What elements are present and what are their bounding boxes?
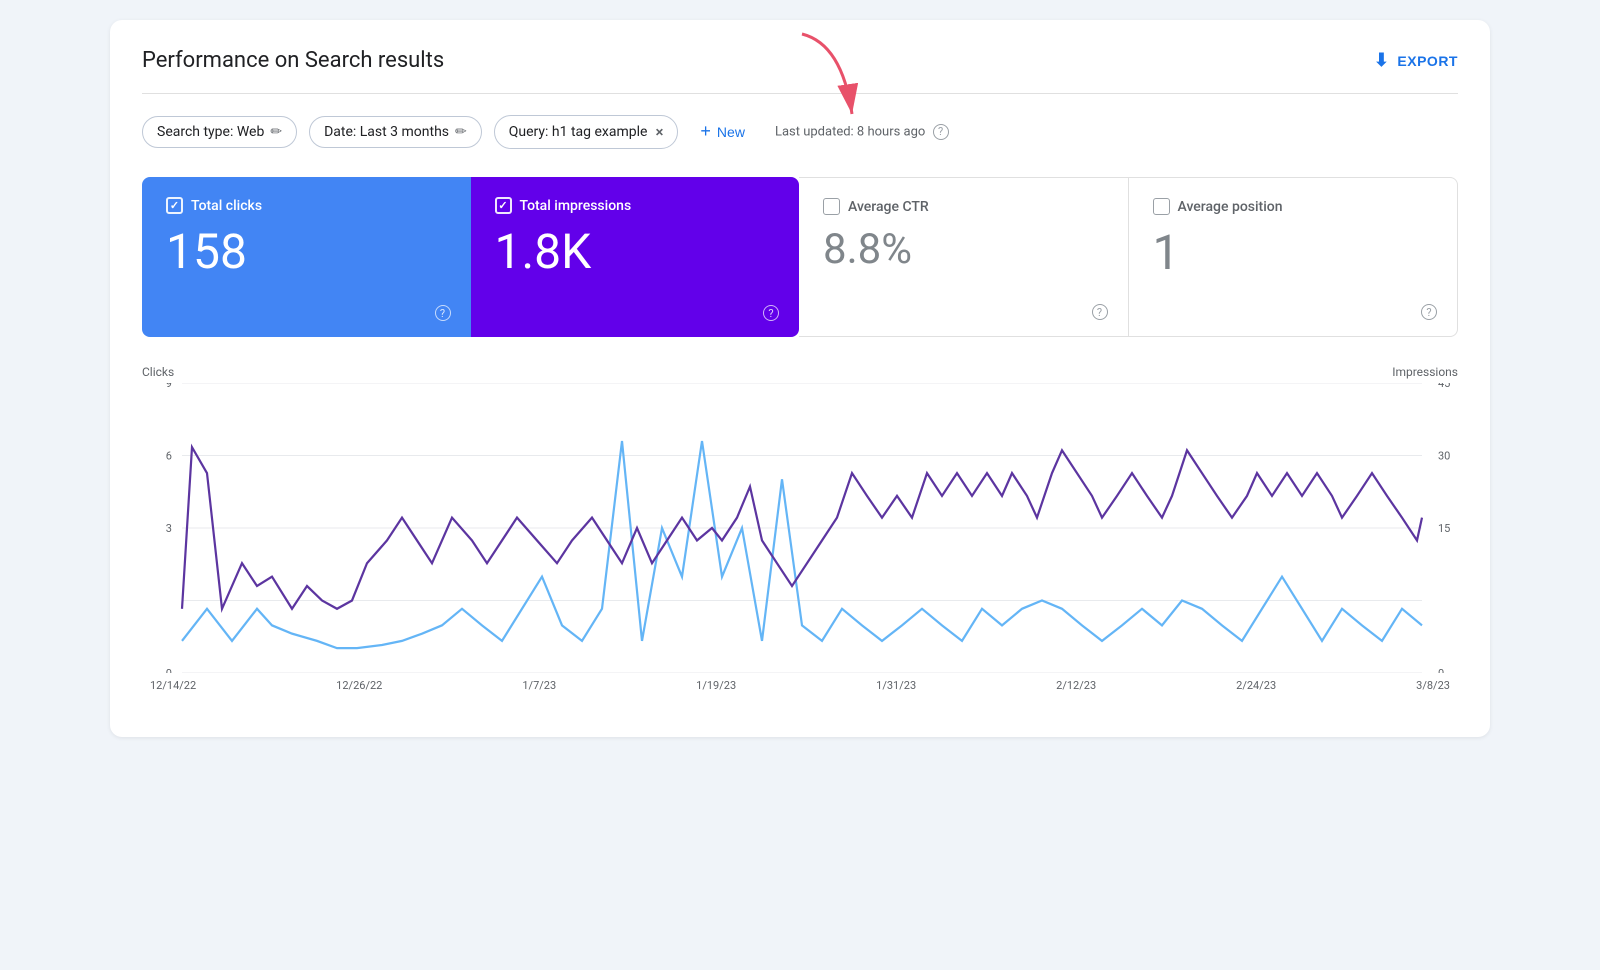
position-value: 1 [1153,229,1434,277]
x-label-5: 2/12/23 [1056,679,1096,692]
position-help-icon[interactable]: ? [1421,304,1437,320]
clicks-metric-card[interactable]: Total clicks 158 ? [142,177,471,337]
metrics-row: Total clicks 158 ? Total impressions 1.8… [142,177,1458,337]
date-label: Date: Last 3 months [324,124,449,140]
last-updated-help-icon[interactable]: ? [933,124,949,140]
filters-section: Search type: Web ✏ Date: Last 3 months ✏… [142,114,1458,149]
query-filter[interactable]: Query: h1 tag example × [494,115,679,149]
chart-container: Clicks Impressions 9 6 3 0 45 30 15 0 [142,365,1458,705]
page-title: Performance on Search results [142,48,444,73]
x-label-3: 1/19/23 [696,679,736,692]
x-label-6: 2/24/23 [1236,679,1276,692]
svg-text:0: 0 [1438,667,1444,673]
x-label-4: 1/31/23 [876,679,916,692]
svg-text:6: 6 [166,449,172,462]
plus-icon: + [700,121,711,142]
left-axis-label: Clicks [142,365,174,379]
clicks-help[interactable]: ? [431,302,451,322]
x-label-1: 12/26/22 [336,679,382,692]
x-label-2: 1/7/23 [522,679,556,692]
ctr-label: Average CTR [848,199,929,215]
x-label-7: 3/8/23 [1416,679,1450,692]
clicks-help-icon[interactable]: ? [435,305,451,321]
ctr-checkbox[interactable] [823,198,840,215]
ctr-header: Average CTR [823,198,1104,215]
svg-text:0: 0 [166,667,172,673]
filters-row: Search type: Web ✏ Date: Last 3 months ✏… [142,114,1458,149]
position-help[interactable]: ? [1417,301,1437,321]
clicks-checkbox[interactable] [166,197,183,214]
search-type-edit-icon: ✏ [270,124,282,140]
svg-text:3: 3 [166,522,172,535]
chart-area: 9 6 3 0 45 30 15 0 [142,383,1458,673]
date-edit-icon: ✏ [455,124,467,140]
search-type-filter[interactable]: Search type: Web ✏ [142,116,297,148]
clicks-line [182,441,1422,648]
impressions-label: Total impressions [520,198,632,214]
impressions-metric-card[interactable]: Total impressions 1.8K ? [471,177,800,337]
clicks-label: Total clicks [191,198,262,214]
ctr-value: 8.8% [823,229,1104,271]
ctr-help-icon[interactable]: ? [1092,304,1108,320]
svg-text:45: 45 [1438,383,1450,390]
impressions-checkbox[interactable] [495,197,512,214]
new-filter-button[interactable]: + New [690,114,755,149]
ctr-metric-card[interactable]: Average CTR 8.8% ? [799,177,1129,337]
impressions-value: 1.8K [495,228,776,276]
svg-text:30: 30 [1438,449,1450,462]
position-metric-card[interactable]: Average position 1 ? [1129,177,1459,337]
chart-axis-labels: Clicks Impressions [142,365,1458,379]
page-header: Performance on Search results ⬇ EXPORT [142,48,1458,73]
chart-svg: 9 6 3 0 45 30 15 0 [142,383,1458,673]
clicks-header: Total clicks [166,197,447,214]
export-button[interactable]: ⬇ EXPORT [1374,50,1458,71]
clicks-value: 158 [166,228,447,276]
search-type-label: Search type: Web [157,124,264,140]
last-updated-text: Last updated: 8 hours ago ? [775,124,949,140]
position-header: Average position [1153,198,1434,215]
export-icon: ⬇ [1374,50,1390,71]
impressions-header: Total impressions [495,197,776,214]
position-checkbox[interactable] [1153,198,1170,215]
query-label: Query: h1 tag example [509,124,648,140]
header-divider [142,93,1458,94]
position-label: Average position [1178,199,1283,215]
new-label: New [717,124,745,140]
x-label-0: 12/14/22 [150,679,196,692]
impressions-help[interactable]: ? [759,302,779,322]
svg-text:9: 9 [166,383,172,390]
query-close-icon[interactable]: × [655,123,663,141]
svg-text:15: 15 [1438,522,1450,535]
main-card: Performance on Search results ⬇ EXPORT S… [110,20,1490,737]
impressions-help-icon[interactable]: ? [763,305,779,321]
export-label: EXPORT [1397,53,1458,69]
ctr-help[interactable]: ? [1088,301,1108,321]
date-filter[interactable]: Date: Last 3 months ✏ [309,116,482,148]
x-axis-labels: 12/14/22 12/26/22 1/7/23 1/19/23 1/31/23… [142,679,1458,692]
right-axis-label: Impressions [1392,365,1458,379]
